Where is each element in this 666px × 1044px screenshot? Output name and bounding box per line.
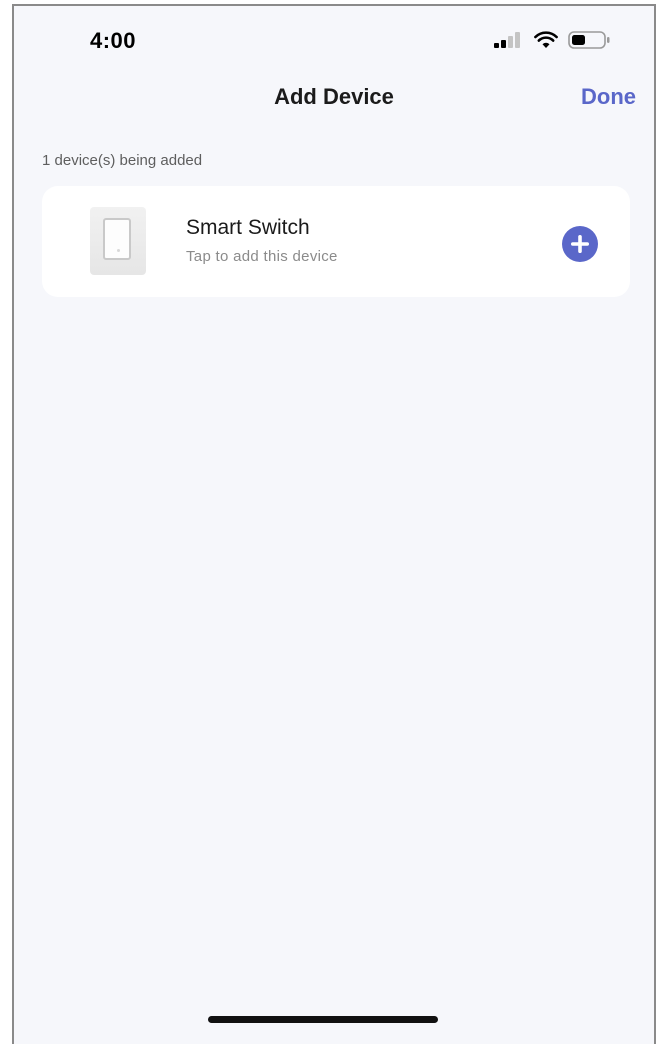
page-title: Add Device [274, 84, 394, 109]
device-subtitle: Tap to add this device [186, 248, 338, 265]
status-icons [494, 31, 612, 49]
home-indicator[interactable] [208, 1016, 438, 1023]
smart-switch-image [90, 207, 146, 275]
devices-count-label: 1 device(s) being added [42, 152, 203, 169]
wifi-icon [534, 31, 558, 48]
switch-plate [103, 218, 131, 260]
signal-icon [494, 32, 520, 48]
navigation-bar: Add Device Done [14, 72, 654, 122]
battery-icon [568, 31, 610, 49]
switch-indicator-dot [117, 249, 120, 252]
device-name: Smart Switch [186, 216, 310, 239]
device-card-smart-switch[interactable]: Smart Switch Tap to add this device [42, 186, 630, 297]
phone-screen: 4:00 Add Device Done 1 device(s) being a… [12, 4, 656, 1044]
status-time: 4:00 [90, 28, 137, 53]
done-button[interactable]: Done [581, 84, 636, 110]
status-bar: 4:00 [14, 6, 654, 76]
add-device-button[interactable] [562, 226, 598, 262]
plus-icon [571, 235, 589, 253]
